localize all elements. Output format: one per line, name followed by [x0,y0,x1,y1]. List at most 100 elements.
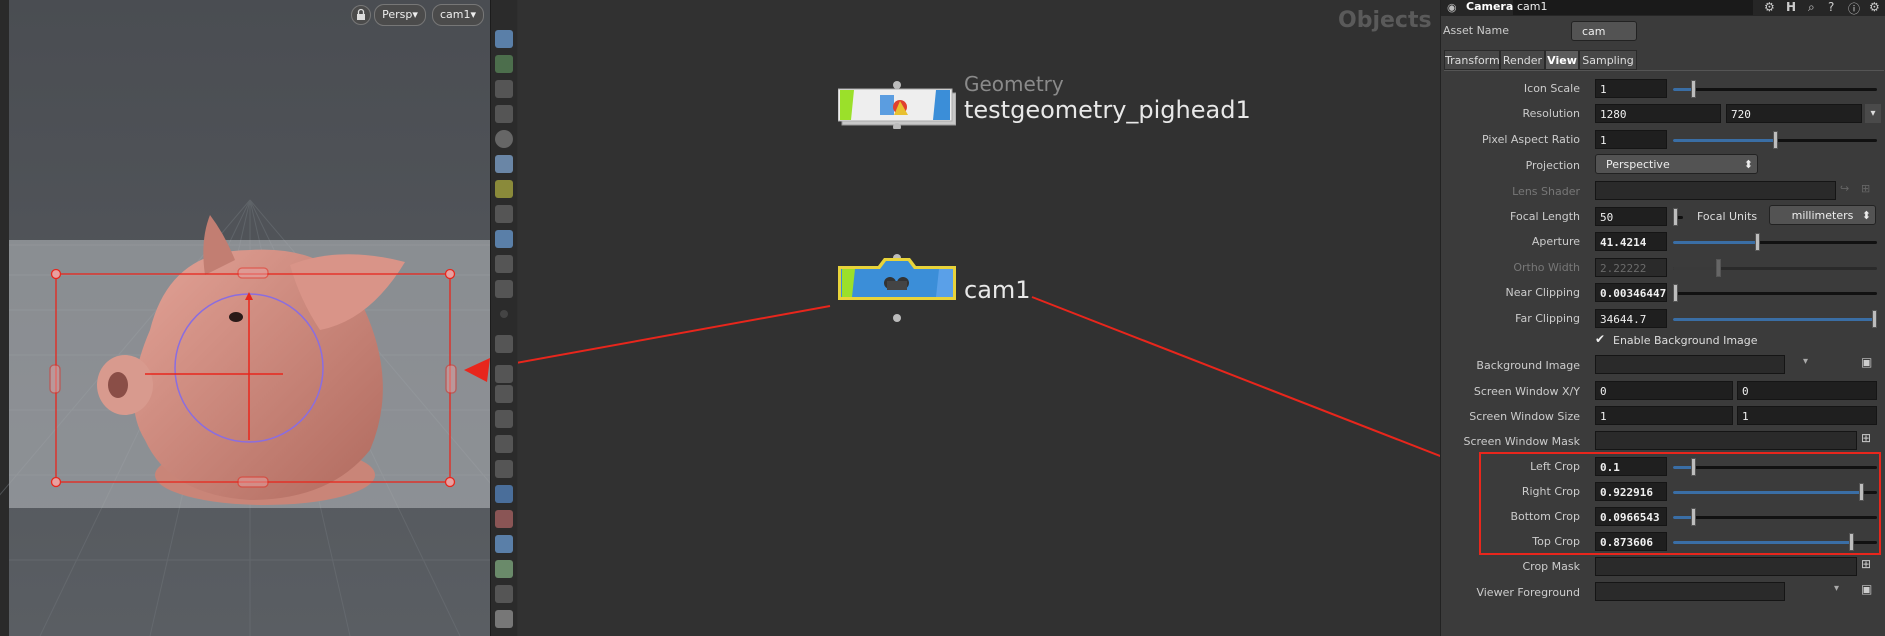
file-chooser-icon[interactable]: ▣ [1861,582,1872,596]
chevron-down-icon: ▾ [470,8,477,21]
asset-name-dropdown[interactable]: cam [1571,21,1637,41]
chevron-down-icon[interactable]: ▾ [1834,583,1839,594]
resolution-y-field[interactable]: 720 [1726,104,1862,123]
shading-icon[interactable] [495,155,513,173]
lock-icon[interactable] [351,5,371,25]
viewport-scene [0,0,490,636]
ghost-icon[interactable] [495,105,513,123]
near-clipping-slider[interactable] [1673,284,1877,302]
top-crop-label: Top Crop [1532,535,1580,548]
camera-node[interactable] [836,254,958,324]
geometry-node-type: Geometry [964,72,1064,96]
tumble-icon[interactable] [495,255,513,273]
focal-length-field[interactable]: 50 [1595,207,1667,226]
help-h-icon[interactable]: H [1786,0,1796,14]
snap-icon[interactable] [495,280,513,298]
lens-shader-field [1595,181,1836,200]
screen-window-y-field[interactable]: 0 [1737,381,1877,400]
stop-icon[interactable] [495,610,513,628]
wireframe-icon[interactable] [495,55,513,73]
dolly-icon[interactable] [495,585,513,603]
network-context-title: Objects [1338,8,1432,33]
point-icon[interactable] [500,310,508,318]
right-crop-field[interactable]: 0.922916 [1595,482,1667,501]
hull-icon[interactable] [495,435,513,453]
edge-icon[interactable] [495,335,513,353]
resolution-menu-icon[interactable]: ▾ [1865,104,1881,123]
screen-window-mask-label: Screen Window Mask [1463,435,1580,448]
display-options-icon[interactable] [495,30,513,48]
far-clipping-slider[interactable] [1673,310,1877,328]
settings-icon[interactable]: ⚙ [1869,0,1880,14]
node-name-field[interactable]: cam1 [1513,0,1753,15]
info-icon[interactable]: ⓘ [1848,0,1860,17]
scene-viewport[interactable]: Persp▾ cam1▾ [0,0,490,636]
viewer-foreground-field[interactable] [1595,582,1785,601]
tab-sampling[interactable]: Sampling [1579,50,1637,70]
aperture-field[interactable]: 41.4214 [1595,232,1667,251]
sphere-icon[interactable] [495,130,513,148]
screen-window-size-x-field[interactable]: 1 [1595,406,1733,425]
corner-icon[interactable] [495,460,513,478]
normals-icon[interactable] [495,410,513,428]
light-icon[interactable] [495,180,513,198]
headlight-icon[interactable] [495,205,513,223]
chevron-updown-icon: ⬍ [1743,158,1753,171]
view-type-dropdown[interactable]: Persp▾ [374,4,426,26]
screen-window-mask-field[interactable] [1595,431,1857,450]
top-crop-slider[interactable] [1673,533,1877,551]
geometry-icon[interactable] [495,535,513,553]
screen-window-x-field[interactable]: 0 [1595,381,1733,400]
left-crop-field[interactable]: 0.1 [1595,457,1667,476]
left-crop-slider[interactable] [1673,458,1877,476]
camera-dropdown[interactable]: cam1▾ [432,4,484,26]
camera-node-name[interactable]: cam1 [964,276,1031,304]
chevron-down-icon[interactable]: ▾ [1803,356,1808,367]
camera-view-icon[interactable] [495,230,513,248]
bottom-crop-slider[interactable] [1673,508,1877,526]
bottom-crop-field[interactable]: 0.0966543 [1595,507,1667,526]
far-clipping-field[interactable]: 34644.7 [1595,309,1667,328]
question-icon[interactable]: ? [1828,0,1834,14]
right-crop-slider[interactable] [1673,483,1877,501]
pixel-aspect-slider[interactable] [1673,131,1877,149]
uv-icon[interactable] [495,485,513,503]
aperture-label: Aperture [1531,235,1580,248]
bottom-crop-label: Bottom Crop [1510,510,1580,523]
focal-units-value: millimeters [1791,209,1854,222]
enable-bg-checkbox[interactable]: ✔ [1595,333,1607,345]
lock-camera-icon[interactable] [495,80,513,98]
near-clipping-label: Near Clipping [1505,286,1580,299]
crop-mask-field[interactable] [1595,557,1857,576]
bg-image-field[interactable] [1595,355,1785,374]
resolution-x-field[interactable]: 1280 [1595,104,1721,123]
projection-dropdown[interactable]: Perspective ⬍ [1595,154,1758,174]
tab-render[interactable]: Render [1500,50,1545,70]
file-chooser-icon[interactable]: ▣ [1861,355,1872,369]
checker-icon[interactable] [495,510,513,528]
tab-transform[interactable]: Transform [1444,50,1500,70]
tab-view[interactable]: View [1545,50,1579,70]
icon-scale-slider[interactable] [1673,80,1877,98]
texture-icon[interactable] [495,560,513,578]
node-chooser-icon[interactable]: ⊞ [1861,431,1871,445]
network-editor[interactable]: Objects Geometry testgeometry_pighead1 c… [518,0,1440,636]
top-crop-field[interactable]: 0.873606 [1595,532,1667,551]
node-chooser-icon[interactable]: ⊞ [1861,557,1871,571]
pixel-aspect-field[interactable]: 1 [1595,130,1667,149]
focal-units-dropdown[interactable]: millimeters ⬍ [1769,205,1876,225]
param-header: ◉ Camera cam1 ⚙ H ⌕ ? ⓘ ⚙ [1441,0,1885,16]
focal-length-slider[interactable] [1673,208,1683,226]
search-icon[interactable]: ⌕ [1808,0,1815,15]
aperture-slider[interactable] [1673,233,1877,251]
camera-label: cam1 [439,8,471,21]
icon-scale-field[interactable]: 1 [1595,79,1667,98]
focal-units-label: Focal Units [1697,210,1758,223]
tab-divider [1444,70,1884,71]
screen-window-size-y-field[interactable]: 1 [1737,406,1877,425]
geometry-node[interactable] [838,81,956,131]
near-clipping-field[interactable]: 0.00346447 [1595,283,1667,302]
gear-icon[interactable]: ⚙ [1764,0,1775,14]
icon-scale-label: Icon Scale [1523,82,1580,95]
geometry-node-name[interactable]: testgeometry_pighead1 [964,96,1251,124]
